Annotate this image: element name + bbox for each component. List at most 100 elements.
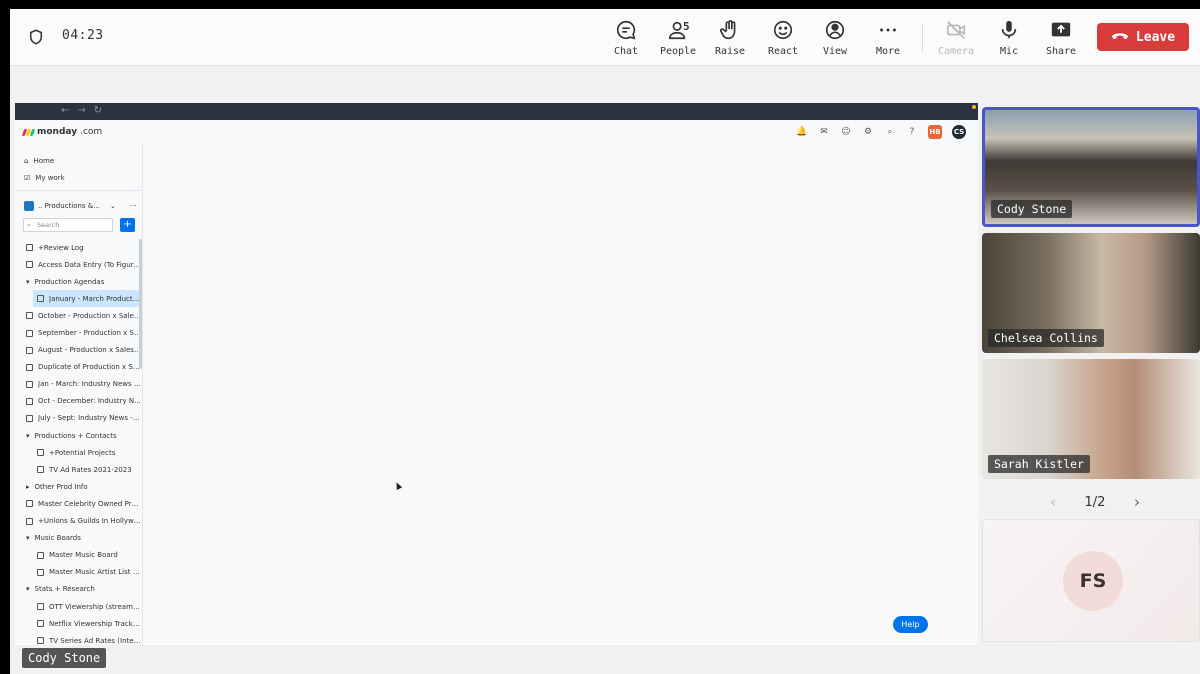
forward-icon[interactable]: →	[77, 105, 85, 116]
header-actions: 🔔 ✉ ☺ ⚙ ⌕ ? HB CS	[796, 125, 966, 139]
doc-icon	[26, 414, 33, 422]
sidebar-tree-item[interactable]: Master Celebrity Owned Pro...	[15, 495, 141, 512]
sidebar-tree-label: October - Production x Sales...	[38, 311, 141, 320]
sidebar-tree-item[interactable]: ▾ Productions + Contacts	[15, 427, 141, 444]
board-icon	[37, 637, 44, 645]
help-icon[interactable]: ?	[906, 127, 918, 137]
people-button[interactable]: 5 People	[648, 19, 708, 59]
participant-tile[interactable]: Chelsea Collins	[982, 233, 1200, 353]
avatar-cs[interactable]: CS	[952, 125, 966, 139]
shield-icon[interactable]	[27, 28, 45, 46]
toolbar-divider	[922, 23, 923, 53]
mic-button[interactable]: Mic	[979, 19, 1039, 59]
chat-icon	[616, 20, 636, 40]
sidebar-my-work[interactable]: ☑ My work	[24, 169, 142, 186]
sidebar-tree-item[interactable]: August - Production x Sales ...	[15, 342, 141, 359]
caret-down-icon: ▾	[26, 431, 30, 440]
shared-screen: ← → ↻ monday .com 🔔 ✉ ☺ ⚙ ⌕ ? HB CS ⌂ Ho…	[15, 103, 978, 645]
more-button[interactable]: More	[858, 19, 918, 59]
sidebar-tree-item[interactable]: ▸ Other Prod Info	[15, 478, 141, 495]
sidebar-tree-item[interactable]: ▾ Production Agendas	[15, 273, 141, 290]
active-speaker-label: Cody Stone	[22, 648, 107, 668]
view-icon	[825, 20, 845, 40]
sidebar-tree-item[interactable]: Jan - March: Industry News - ...	[15, 376, 141, 393]
caret-down-icon: ▾	[26, 277, 30, 286]
monday-sidebar: ⌂ Home ☑ My work .. Productions &... ⌄ ···…	[15, 144, 143, 645]
participant-name: Sarah Kistler	[988, 455, 1091, 473]
bell-icon[interactable]: 🔔	[796, 127, 808, 137]
sidebar-home[interactable]: ⌂ Home	[24, 152, 142, 169]
hand-icon	[720, 20, 736, 40]
board-icon	[37, 603, 44, 611]
sidebar-tree-item[interactable]: Duplicate of Production x Sal...	[15, 359, 141, 376]
back-icon[interactable]: ←	[61, 105, 69, 116]
view-label: View	[822, 46, 848, 57]
checkbox-icon: ☑	[24, 173, 31, 182]
sidebar-tree-item[interactable]: Master Music Board	[15, 547, 141, 564]
sidebar-tree-label: +Potential Projects	[49, 448, 116, 457]
avatar-hb[interactable]: HB	[928, 125, 942, 139]
search-icon: ⌕	[27, 221, 31, 229]
chevron-right-icon[interactable]: ›	[1134, 493, 1140, 511]
participant-avatar-tile[interactable]: FS	[982, 519, 1200, 642]
home-icon: ⌂	[24, 156, 29, 165]
people-count: 5	[683, 20, 690, 33]
sidebar-tree-item[interactable]: +Review Log	[15, 239, 141, 256]
sidebar-tree-item[interactable]: TV Series Ad Rates (Inter...	[15, 632, 141, 645]
meeting-timer: 04:23	[62, 28, 104, 43]
sidebar-tree-item[interactable]: OTT Viewership (streami...	[15, 598, 141, 615]
sidebar-tree-item[interactable]: +Unions & Guilds In Hollywo...	[15, 513, 141, 530]
sidebar-tree-item[interactable]: +Potential Projects	[15, 444, 141, 461]
mic-icon	[1001, 20, 1017, 39]
participant-name: Cody Stone	[991, 200, 1073, 218]
workspace-menu-icon[interactable]: ···	[130, 202, 137, 210]
share-button[interactable]: Share	[1031, 19, 1091, 59]
react-button[interactable]: React	[753, 19, 813, 59]
sidebar-tree-item[interactable]: October - Production x Sales...	[15, 307, 141, 324]
view-button[interactable]: View	[805, 19, 865, 59]
leave-button[interactable]: Leave	[1097, 23, 1189, 51]
sidebar-tree-item[interactable]: September - Production x Sa...	[15, 324, 141, 341]
reload-icon[interactable]: ↻	[94, 105, 102, 116]
sidebar-tree-item[interactable]: TV Ad Rates 2021-2023	[15, 461, 141, 478]
chevron-left-icon[interactable]: ‹	[1050, 493, 1056, 511]
more-icon	[880, 28, 896, 32]
sidebar-tree-label: January - March Producti...	[49, 294, 141, 303]
sidebar-tree-item[interactable]: Netflix Viewership Tracki...	[15, 615, 141, 632]
extension-dot-icon	[972, 105, 976, 109]
chat-button[interactable]: Chat	[596, 19, 656, 59]
apps-icon[interactable]: ⚙	[862, 127, 874, 137]
board-icon	[37, 568, 44, 576]
doc-content-area[interactable]	[148, 144, 978, 645]
sidebar-tree-item[interactable]: ▾ Stats + Research	[15, 581, 141, 598]
sidebar-tree-item[interactable]: January - March Producti...	[33, 290, 141, 308]
brand-suffix: .com	[80, 127, 103, 137]
participant-tile[interactable]: Cody Stone	[982, 107, 1200, 227]
caret-down-icon: ▾	[26, 534, 30, 543]
sidebar-tree-label: Stats + Research	[34, 585, 95, 594]
inbox-icon[interactable]: ✉	[818, 127, 830, 137]
sidebar-tree-label: Production Agendas	[34, 277, 105, 286]
sidebar-search-input[interactable]: ⌕ Search	[23, 218, 113, 232]
brand-name: monday	[37, 127, 78, 137]
workspace-selector[interactable]: .. Productions &... ⌄ ···	[15, 190, 143, 211]
monday-logo[interactable]: monday .com	[21, 127, 103, 137]
add-item-button[interactable]: +	[120, 218, 135, 232]
sidebar-tree-item[interactable]: Oct - December: Industry N...	[15, 393, 141, 410]
camera-label: Camera	[937, 46, 975, 57]
search-icon[interactable]: ⌕	[884, 127, 896, 137]
raise-hand-button[interactable]: Raise	[700, 19, 760, 59]
sidebar-tree-item[interactable]: ▾ Music Boards	[15, 530, 141, 547]
sidebar-tree-label: +Review Log	[38, 243, 84, 252]
sidebar-scrollbar[interactable]	[139, 239, 142, 369]
help-button[interactable]: Help	[893, 616, 928, 633]
sidebar-tree-item[interactable]: Master Music Artist List F...	[15, 564, 141, 581]
participant-tile[interactable]: Sarah Kistler	[982, 359, 1200, 479]
sidebar-tree-label: Access Data Entry (To Figure...	[38, 260, 141, 269]
camera-button[interactable]: Camera	[926, 19, 986, 59]
board-icon	[37, 466, 44, 474]
sidebar-tree-item[interactable]: July - Sept: Industry News - ...	[15, 410, 141, 427]
sidebar-tree-item[interactable]: Access Data Entry (To Figure...	[15, 256, 141, 273]
meeting-window: 04:23 Chat 5 People Raise React View Mor…	[10, 9, 1200, 674]
invite-icon[interactable]: ☺	[840, 127, 852, 137]
